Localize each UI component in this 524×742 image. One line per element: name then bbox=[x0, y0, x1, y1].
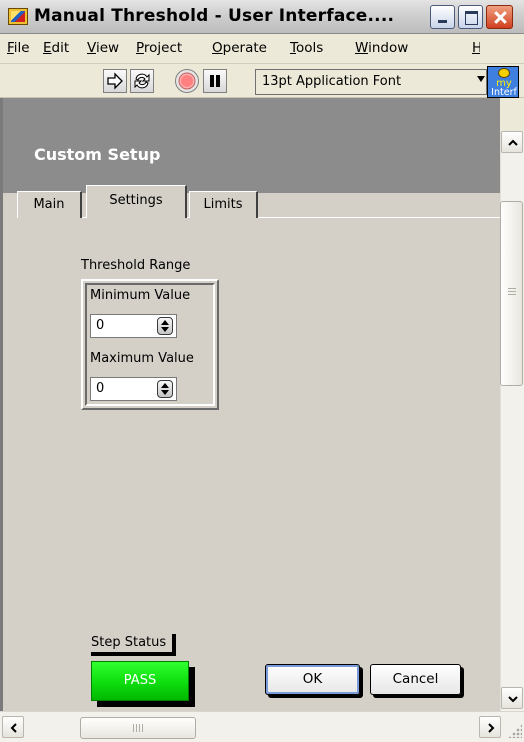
cancel-button[interactable]: Cancel bbox=[370, 664, 461, 695]
menu-file[interactable]: File bbox=[7, 40, 30, 56]
pause-icon[interactable] bbox=[203, 69, 227, 93]
grip-icon bbox=[133, 724, 143, 732]
tab-main[interactable]: Main bbox=[17, 191, 82, 218]
panel-header: Custom Setup bbox=[3, 98, 500, 193]
menu-tools[interactable]: Tools bbox=[290, 40, 323, 56]
scroll-down-button[interactable] bbox=[501, 687, 523, 709]
maximum-value-spinner-icon[interactable] bbox=[157, 380, 173, 398]
menu-operate[interactable]: Operate bbox=[212, 40, 267, 56]
scroll-right-button[interactable] bbox=[479, 716, 501, 738]
tab-settings[interactable]: Settings bbox=[86, 185, 187, 218]
menu-edit[interactable]: Edit bbox=[43, 40, 69, 56]
maximum-value-label: Maximum Value bbox=[90, 351, 194, 366]
minimum-value[interactable]: 0 bbox=[96, 318, 104, 333]
chevron-down-icon[interactable] bbox=[477, 76, 485, 82]
front-panel: Custom Setup Main Settings Limits Thresh… bbox=[0, 98, 500, 711]
close-button[interactable] bbox=[486, 5, 513, 29]
labview-vi-icon[interactable] bbox=[8, 8, 28, 25]
window-title: Manual Threshold - User Interface.... bbox=[34, 6, 395, 26]
step-status-label: Step Status bbox=[91, 634, 177, 656]
vertical-scroll-thumb[interactable] bbox=[500, 201, 523, 386]
gear-icon bbox=[498, 68, 510, 78]
menu-window[interactable]: Window bbox=[355, 40, 408, 56]
menu-project[interactable]: Project bbox=[136, 40, 182, 56]
step-status-indicator: PASS bbox=[91, 661, 189, 701]
run-continuously-icon[interactable] bbox=[130, 69, 154, 93]
threshold-group: Minimum Value 0 Maximum Value 0 bbox=[81, 279, 219, 410]
scroll-up-button[interactable] bbox=[501, 131, 523, 153]
threshold-group-label: Threshold Range bbox=[81, 258, 191, 273]
vi-icon: my Interf bbox=[487, 66, 519, 98]
minimum-value-input[interactable]: 0 bbox=[90, 314, 177, 338]
ok-button[interactable]: OK bbox=[265, 664, 360, 695]
menu-help[interactable]: H bbox=[472, 40, 480, 56]
page-title: Custom Setup bbox=[34, 145, 161, 164]
vi-icon-line2: Interf bbox=[491, 87, 517, 98]
minimum-value-spinner-icon[interactable] bbox=[157, 317, 173, 335]
toolbar: 13pt Application Font bbox=[0, 64, 524, 98]
maximize-button[interactable] bbox=[458, 5, 483, 29]
scroll-left-button[interactable] bbox=[2, 716, 24, 738]
grip-icon bbox=[508, 288, 516, 296]
tab-limits[interactable]: Limits bbox=[189, 191, 258, 218]
font-select[interactable]: 13pt Application Font bbox=[255, 69, 487, 95]
abort-icon[interactable] bbox=[175, 69, 199, 93]
minimize-button[interactable] bbox=[430, 5, 455, 29]
maximum-value[interactable]: 0 bbox=[96, 381, 104, 396]
horizontal-scroll-thumb[interactable] bbox=[80, 717, 196, 739]
run-arrow-icon[interactable] bbox=[103, 69, 127, 93]
menu-view[interactable]: View bbox=[87, 40, 119, 56]
title-bar[interactable]: Manual Threshold - User Interface.... bbox=[0, 0, 524, 34]
maximum-value-input[interactable]: 0 bbox=[90, 377, 177, 401]
app-window: Manual Threshold - User Interface.... Fi… bbox=[0, 0, 524, 742]
minimum-value-label: Minimum Value bbox=[90, 288, 191, 303]
horizontal-scrollbar[interactable] bbox=[0, 711, 524, 742]
menu-bar: File Edit View Project Operate Tools Win… bbox=[0, 34, 524, 64]
